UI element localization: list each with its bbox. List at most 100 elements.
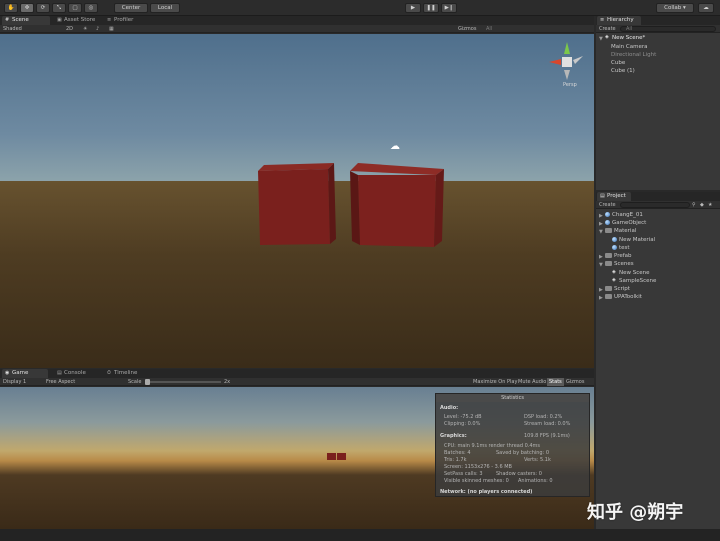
- expand-arrow-icon[interactable]: ▶: [599, 221, 603, 227]
- stats-fps: 109.8 FPS (9.1ms): [524, 433, 570, 439]
- rect-tool-button[interactable]: ▢: [68, 3, 82, 13]
- camera-gizmo-icon[interactable]: ☁: [390, 142, 404, 152]
- orientation-gizmo[interactable]: [545, 40, 589, 84]
- toggle-2d-button[interactable]: 2D: [66, 25, 73, 33]
- project-item-label: Script: [614, 286, 630, 292]
- label-filter-icon[interactable]: ◆: [700, 201, 704, 209]
- pivot-toggle-button[interactable]: Center: [114, 3, 148, 13]
- stats-skinned-meshes: Visible skinned meshes: 0: [444, 478, 509, 484]
- transform-tool-button[interactable]: ◎: [84, 3, 98, 13]
- stats-stream-load: Stream load: 0.0%: [524, 421, 571, 427]
- project-folder[interactable]: UPAToolkit: [605, 294, 642, 300]
- project-item-label: New Scene: [619, 270, 650, 276]
- scene-file-icon: ◈: [612, 277, 616, 283]
- folder-icon: [605, 294, 612, 299]
- audio-toggle-icon[interactable]: ♪: [96, 25, 99, 33]
- maximize-on-play-toggle[interactable]: Maximize On Play: [473, 378, 517, 386]
- hierarchy-item[interactable]: Cube: [611, 60, 625, 66]
- expand-arrow-icon[interactable]: ▶: [599, 295, 603, 301]
- space-toggle-button[interactable]: Local: [150, 3, 180, 13]
- tab-asset-store-label: Asset Store: [64, 17, 96, 23]
- hand-tool-button[interactable]: ✋: [4, 3, 18, 13]
- collapse-arrow-icon[interactable]: ▼: [599, 262, 603, 268]
- rotate-tool-button[interactable]: ⟳: [36, 3, 50, 13]
- collapse-arrow-icon[interactable]: ▼: [599, 229, 603, 235]
- mute-audio-toggle[interactable]: Mute Audio: [518, 378, 546, 386]
- search-filter-icon[interactable]: ⚲: [692, 201, 696, 209]
- timeline-icon: ⏱: [107, 370, 111, 376]
- project-item-label: GameObject: [612, 220, 647, 226]
- scale-slider[interactable]: [145, 381, 221, 383]
- project-create-dropdown[interactable]: Create: [599, 201, 616, 209]
- transform-icon: ◎: [88, 5, 94, 11]
- stats-toggle[interactable]: Stats: [547, 378, 564, 386]
- stats-title: Statistics: [436, 394, 589, 402]
- hierarchy-item[interactable]: Directional Light: [611, 52, 656, 58]
- tab-scene[interactable]: # Scene: [2, 16, 50, 25]
- step-button[interactable]: ▶❙: [441, 3, 457, 13]
- aspect-dropdown[interactable]: Free Aspect: [46, 378, 75, 386]
- move-tool-button[interactable]: ✥: [20, 3, 34, 13]
- tab-console[interactable]: ▤ Console: [54, 369, 102, 378]
- project-icon: ▤: [600, 193, 605, 199]
- project-item[interactable]: GameObject: [605, 220, 646, 226]
- collab-button[interactable]: Collab ▾: [656, 3, 694, 13]
- project-folder[interactable]: Prefab: [605, 253, 632, 259]
- tab-game[interactable]: ◉ Game: [2, 369, 48, 378]
- tab-profiler-label: Profiler: [114, 17, 134, 23]
- tab-asset-store[interactable]: ▣ Asset Store: [54, 16, 102, 25]
- scene-tabbar: # Scene ▣ Asset Store ≡ Profiler: [0, 16, 594, 25]
- hierarchy-item[interactable]: Cube (1): [611, 68, 635, 74]
- camera-mode-label[interactable]: Persp: [563, 82, 577, 88]
- project-item-label: UPAToolkit: [614, 294, 642, 300]
- game-tab-icon: ◉: [5, 370, 10, 376]
- stats-setpass: SetPass calls: 3: [444, 471, 483, 477]
- expand-arrow-icon[interactable]: ▶: [599, 254, 603, 260]
- tab-hierarchy-label: Hierarchy: [607, 17, 634, 23]
- hand-icon: ✋: [7, 5, 15, 11]
- hierarchy-create-dropdown[interactable]: Create: [599, 25, 616, 33]
- scene-search-input[interactable]: All: [486, 25, 492, 33]
- effects-toggle-icon[interactable]: ▦: [109, 25, 114, 33]
- lighting-toggle-icon[interactable]: ☀: [83, 25, 87, 33]
- hierarchy-search-input[interactable]: [620, 26, 716, 32]
- project-item-label: Prefab: [614, 253, 632, 259]
- tab-profiler[interactable]: ≡ Profiler: [104, 16, 148, 25]
- scale-icon: ⤡: [56, 5, 62, 11]
- project-item[interactable]: New Material: [612, 237, 655, 243]
- scene-gizmos-dropdown[interactable]: Gizmos: [458, 25, 476, 33]
- tab-project[interactable]: ▤ Project: [597, 192, 631, 201]
- favorite-star-icon[interactable]: ★: [708, 201, 712, 209]
- project-item[interactable]: ChangE_01: [605, 212, 643, 218]
- shading-mode-dropdown[interactable]: Shaded: [3, 25, 22, 33]
- scene-viewport[interactable]: ☁ Persp: [0, 34, 594, 368]
- scene-expand-arrow[interactable]: ▼: [599, 36, 603, 42]
- stats-graphics-header: Graphics:: [440, 433, 467, 439]
- rect-icon: ▢: [72, 5, 78, 11]
- pause-button[interactable]: ❚❚: [423, 3, 439, 13]
- project-item[interactable]: ◈ SampleScene: [612, 277, 656, 285]
- project-item[interactable]: test: [612, 245, 630, 251]
- project-search-input[interactable]: [620, 202, 690, 208]
- expand-arrow-icon[interactable]: ▶: [599, 287, 603, 293]
- cloud-button[interactable]: ☁: [698, 3, 714, 13]
- project-folder[interactable]: Material: [605, 228, 636, 234]
- project-folder[interactable]: Scenes: [605, 261, 634, 267]
- scale-slider-handle[interactable]: [145, 379, 150, 385]
- gizmo-z-axis-icon: [573, 56, 583, 64]
- project-item[interactable]: ◈ New Scene: [612, 270, 650, 277]
- project-folder[interactable]: Script: [605, 286, 630, 292]
- play-button[interactable]: ▶: [405, 3, 421, 13]
- scale-tool-button[interactable]: ⤡: [52, 3, 66, 13]
- hierarchy-item[interactable]: Main Camera: [611, 44, 647, 50]
- game-gizmos-dropdown[interactable]: Gizmos: [566, 378, 584, 386]
- asset-store-icon: ▣: [57, 17, 62, 23]
- expand-arrow-icon[interactable]: ▶: [599, 213, 603, 219]
- tab-hierarchy[interactable]: ≡ Hierarchy: [597, 16, 641, 25]
- display-dropdown[interactable]: Display 1: [3, 378, 26, 386]
- tab-timeline[interactable]: ⏱ Timeline: [104, 369, 148, 378]
- scene-tab-icon: #: [5, 17, 10, 23]
- material-icon: [612, 237, 617, 242]
- hierarchy-scene-row[interactable]: ◈ New Scene*: [605, 35, 645, 42]
- stats-screen: Screen: 1153x276 - 3.6 MB: [444, 464, 512, 470]
